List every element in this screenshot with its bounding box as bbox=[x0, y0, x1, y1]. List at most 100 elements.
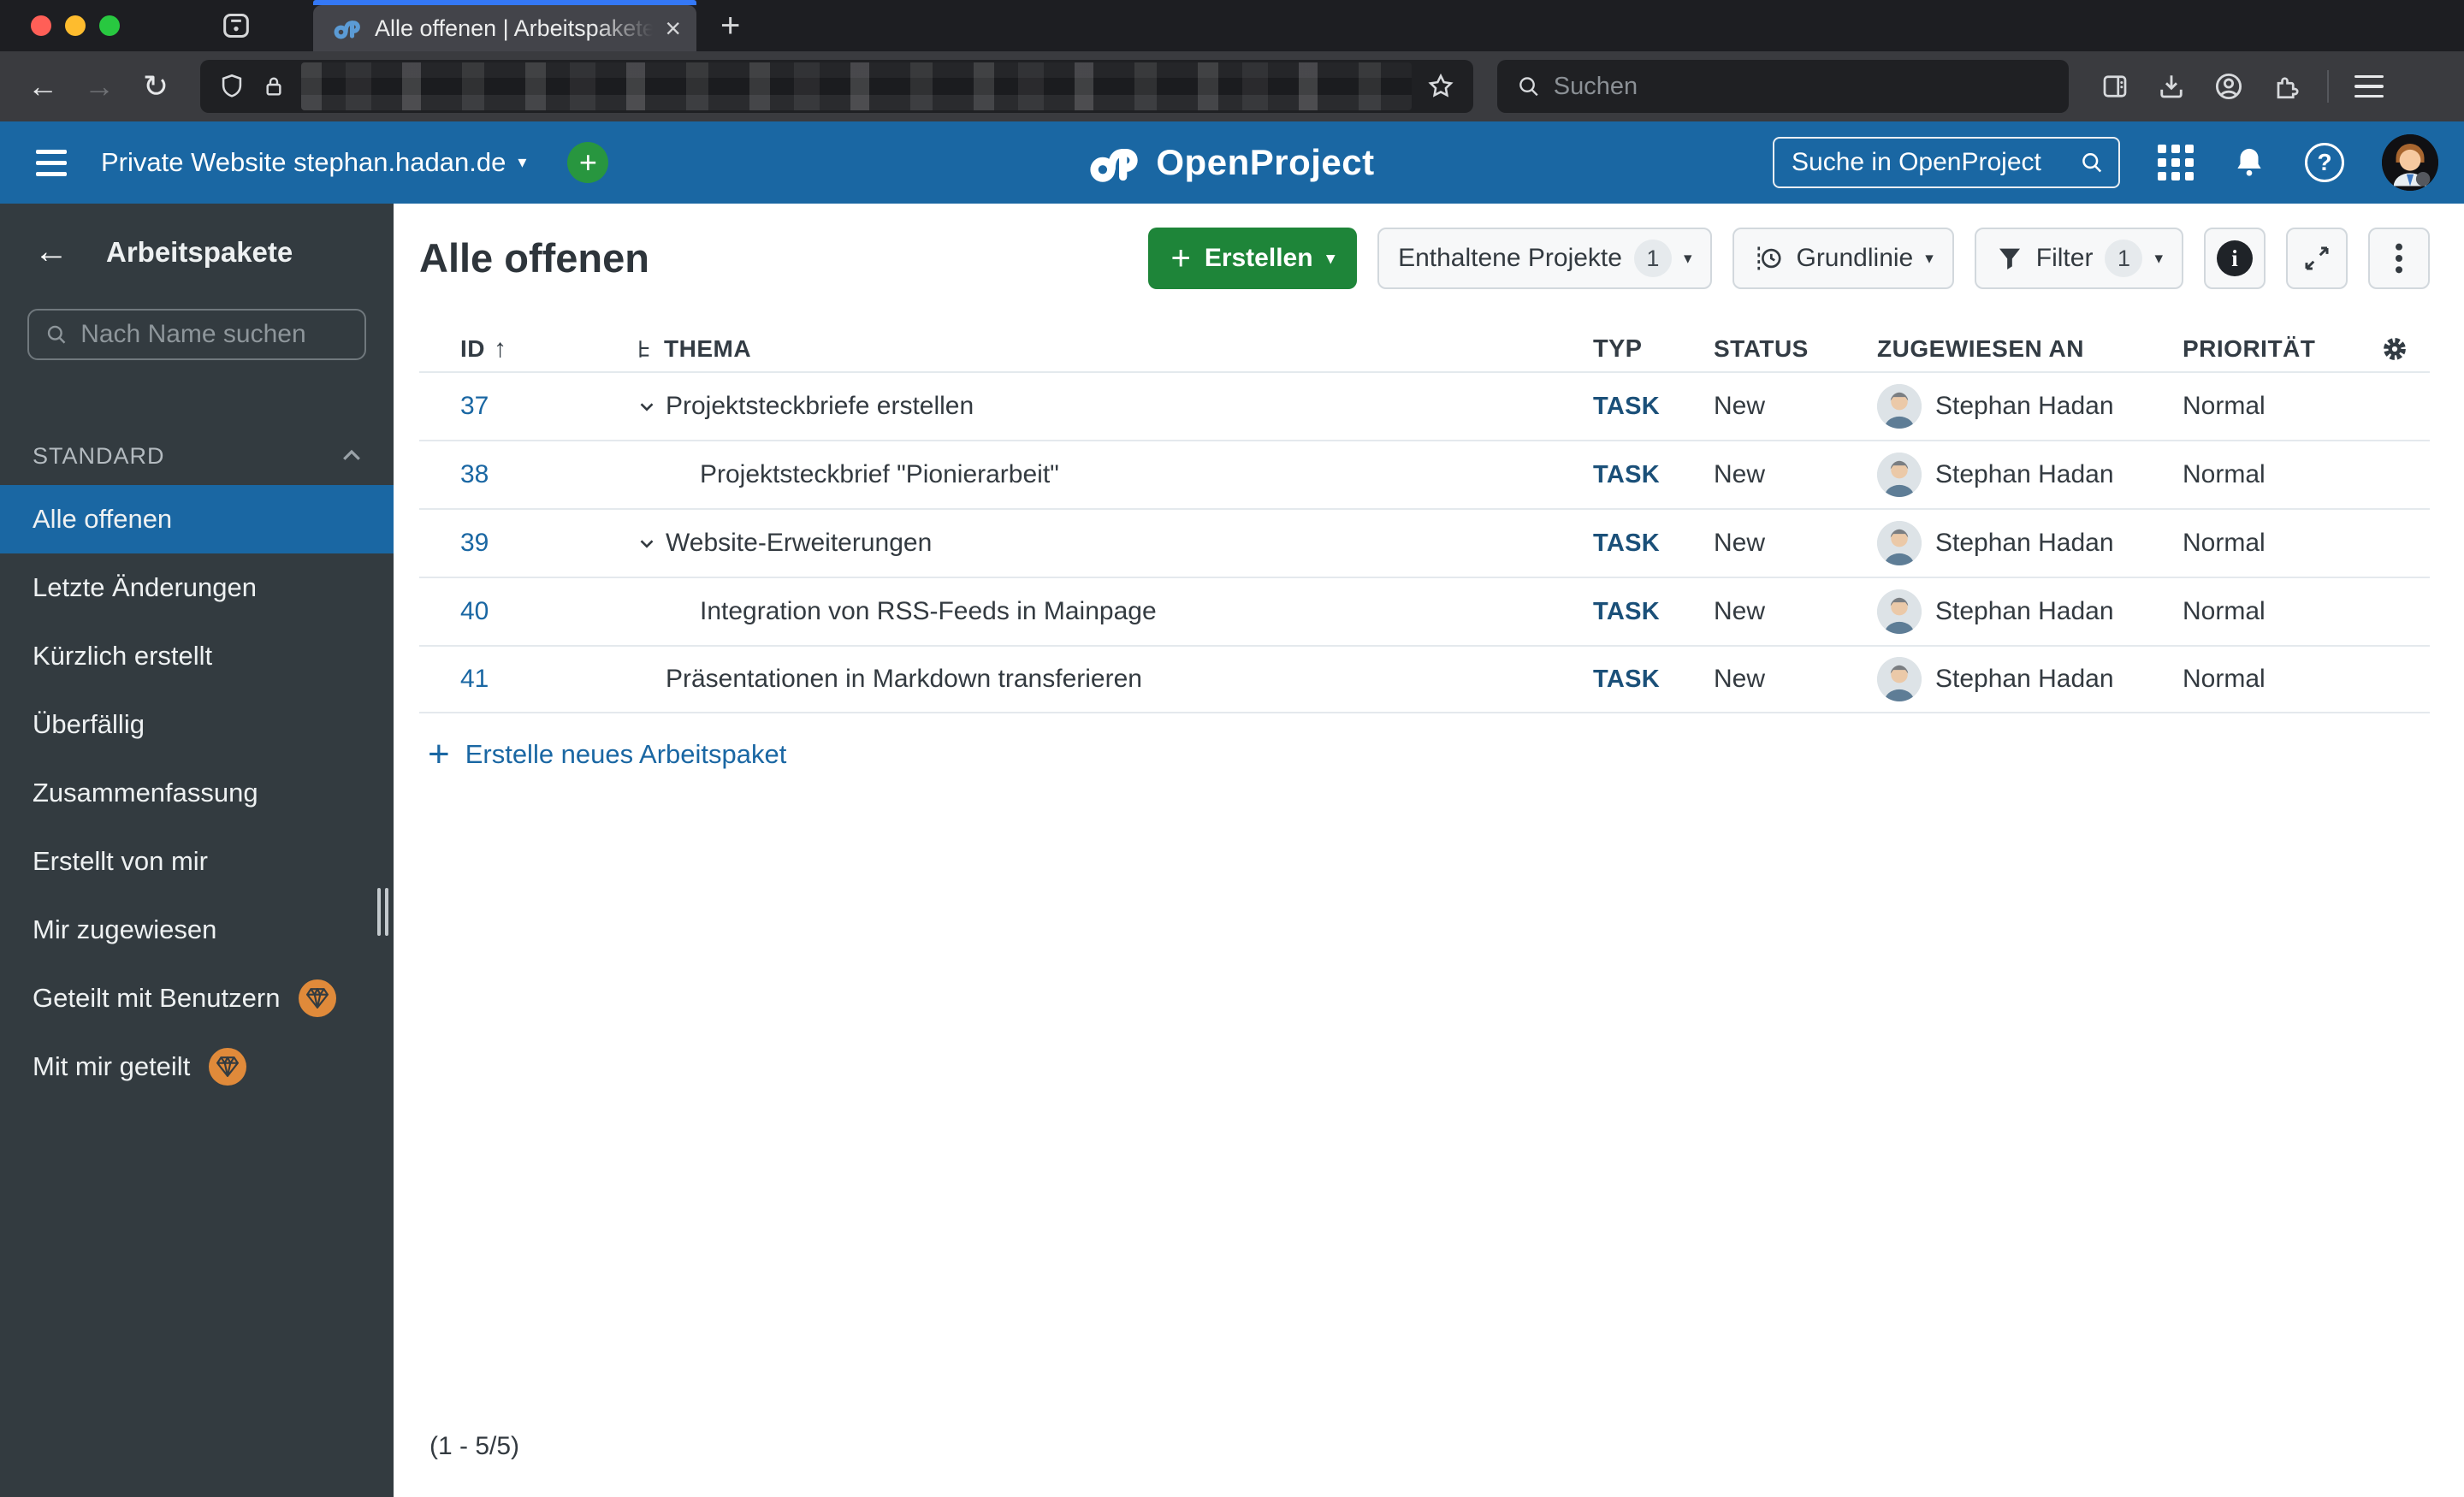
priority-cell[interactable]: Normal bbox=[2169, 460, 2361, 489]
column-header-priority[interactable]: PRIORITÄT bbox=[2169, 335, 2361, 363]
type-cell[interactable]: TASK bbox=[1566, 530, 1698, 558]
fullscreen-arrows-icon bbox=[2305, 246, 2329, 270]
sidebar-item[interactable]: Letzte Änderungen bbox=[0, 553, 394, 622]
assignee-name[interactable]: Stephan Hadan bbox=[1935, 665, 2114, 694]
work-package-id-link[interactable]: 37 bbox=[460, 392, 489, 420]
sidebar-item[interactable]: Zusammenfassung bbox=[0, 759, 394, 827]
collapse-chevron-icon[interactable] bbox=[635, 394, 659, 418]
notifications-bell-icon[interactable] bbox=[2231, 145, 2267, 180]
sidebar-item[interactable]: Überfällig bbox=[0, 690, 394, 759]
account-icon[interactable] bbox=[2212, 70, 2245, 103]
sidebar-item[interactable]: Alle offenen bbox=[0, 485, 394, 553]
filter-button[interactable]: Filter 1 ▾ bbox=[1974, 228, 2183, 289]
status-cell[interactable]: New bbox=[1698, 529, 1865, 558]
type-cell[interactable]: TASK bbox=[1566, 393, 1698, 421]
status-cell[interactable]: New bbox=[1698, 392, 1865, 421]
sidebar-section-standard[interactable]: STANDARD bbox=[0, 432, 394, 480]
work-package-id-link[interactable]: 40 bbox=[460, 597, 489, 625]
assignee-name[interactable]: Stephan Hadan bbox=[1935, 597, 2114, 626]
new-tab-button[interactable]: + bbox=[696, 0, 764, 51]
assignee-name[interactable]: Stephan Hadan bbox=[1935, 529, 2114, 558]
subject-text[interactable]: Präsentationen in Markdown transferieren bbox=[666, 665, 1142, 694]
work-package-id-link[interactable]: 41 bbox=[460, 665, 489, 693]
sidebar-item[interactable]: Kürzlich erstellt bbox=[0, 622, 394, 690]
table-settings-button[interactable] bbox=[2361, 336, 2430, 362]
sidebar-search-input[interactable] bbox=[80, 320, 349, 349]
sidebar-item[interactable]: Erstellt von mir bbox=[0, 827, 394, 896]
subject-text[interactable]: Projektsteckbrief "Pionierarbeit" bbox=[700, 460, 1059, 489]
extensions-puzzle-icon[interactable] bbox=[2271, 71, 2301, 102]
sidebar-item[interactable]: Geteilt mit Benutzern bbox=[0, 964, 394, 1033]
openproject-logo[interactable]: OpenProject bbox=[1089, 142, 1374, 183]
tracking-shield-icon[interactable] bbox=[217, 72, 246, 101]
sidebar-back-arrow-icon[interactable]: ← bbox=[34, 233, 68, 271]
sort-ascending-icon: ↑ bbox=[494, 334, 507, 363]
window-minimize-button[interactable] bbox=[65, 15, 86, 36]
create-work-package-link[interactable]: + Erstelle neues Arbeitspaket bbox=[419, 713, 2430, 773]
forward-button[interactable]: → bbox=[75, 68, 123, 104]
priority-cell[interactable]: Normal bbox=[2169, 529, 2361, 558]
browser-search-bar[interactable] bbox=[1497, 60, 2069, 113]
sidebars-icon[interactable] bbox=[2100, 71, 2130, 102]
table-row[interactable]: 37 Projektsteckbriefe erstellen TASK New… bbox=[419, 371, 2430, 440]
priority-cell[interactable]: Normal bbox=[2169, 597, 2361, 626]
browser-tab[interactable]: Alle offenen | Arbeitspakete | Pri × bbox=[313, 0, 696, 51]
sidebar-search[interactable] bbox=[27, 309, 366, 360]
status-cell[interactable]: New bbox=[1698, 597, 1865, 626]
global-search[interactable] bbox=[1773, 137, 2120, 188]
table-row[interactable]: 40 Integration von RSS-Feeds in Mainpage bbox=[419, 577, 2430, 645]
included-projects-button[interactable]: Enthaltene Projekte 1 ▾ bbox=[1377, 228, 1713, 289]
subject-text[interactable]: Website-Erweiterungen bbox=[666, 529, 932, 558]
status-cell[interactable]: New bbox=[1698, 665, 1865, 694]
window-zoom-button[interactable] bbox=[99, 15, 120, 36]
browser-menu-icon[interactable] bbox=[2354, 74, 2384, 98]
lock-icon[interactable] bbox=[260, 72, 287, 101]
more-options-button[interactable] bbox=[2368, 228, 2430, 289]
subject-text[interactable]: Projektsteckbriefe erstellen bbox=[666, 392, 974, 421]
sidebar-resize-handle[interactable] bbox=[377, 888, 388, 936]
address-bar[interactable] bbox=[200, 60, 1473, 113]
assignee-name[interactable]: Stephan Hadan bbox=[1935, 392, 2114, 421]
baseline-button[interactable]: Grundlinie ▾ bbox=[1732, 228, 1954, 289]
column-header-subject[interactable]: THEMA bbox=[616, 335, 1566, 363]
column-header-status[interactable]: STATUS bbox=[1698, 335, 1865, 363]
work-package-id-link[interactable]: 38 bbox=[460, 460, 489, 488]
table-row[interactable]: 39 Website-Erweiterungen TASK New Stepha… bbox=[419, 508, 2430, 577]
table-row[interactable]: 41 Präsentationen in Markdown transferie… bbox=[419, 645, 2430, 713]
modules-grid-icon[interactable] bbox=[2158, 145, 2194, 180]
info-button[interactable]: i bbox=[2204, 228, 2266, 289]
column-header-assignee[interactable]: ZUGEWIESEN AN bbox=[1865, 335, 2169, 363]
table-row[interactable]: 38 Projektsteckbrief "Pionierarbeit" TAS… bbox=[419, 440, 2430, 508]
reload-button[interactable]: ↻ bbox=[132, 68, 180, 104]
type-cell[interactable]: TASK bbox=[1566, 461, 1698, 489]
work-package-id-link[interactable]: 39 bbox=[460, 529, 489, 557]
assignee-name[interactable]: Stephan Hadan bbox=[1935, 460, 2114, 489]
tab-close-icon[interactable]: × bbox=[665, 15, 681, 42]
create-button[interactable]: + Erstellen ▾ bbox=[1148, 228, 1358, 289]
tab-strip: Alle offenen | Arbeitspakete | Pri × + bbox=[0, 0, 2464, 51]
type-cell[interactable]: TASK bbox=[1566, 598, 1698, 626]
main-menu-toggle-icon[interactable] bbox=[36, 149, 67, 176]
quick-add-button[interactable]: + bbox=[567, 142, 609, 183]
priority-cell[interactable]: Normal bbox=[2169, 665, 2361, 694]
subject-text[interactable]: Integration von RSS-Feeds in Mainpage bbox=[700, 597, 1157, 626]
status-cell[interactable]: New bbox=[1698, 460, 1865, 489]
firefox-view-icon[interactable] bbox=[210, 0, 262, 51]
sidebar-item[interactable]: Mit mir geteilt bbox=[0, 1033, 394, 1101]
type-cell[interactable]: TASK bbox=[1566, 666, 1698, 694]
collapse-chevron-icon[interactable] bbox=[635, 531, 659, 555]
bookmark-star-icon[interactable] bbox=[1425, 71, 1456, 102]
back-button[interactable]: ← bbox=[19, 68, 67, 104]
help-icon[interactable]: ? bbox=[2305, 143, 2344, 182]
browser-search-input[interactable] bbox=[1553, 72, 2050, 101]
user-avatar[interactable] bbox=[2382, 134, 2438, 191]
fullscreen-button[interactable] bbox=[2286, 228, 2348, 289]
global-search-input[interactable] bbox=[1792, 148, 2070, 177]
priority-cell[interactable]: Normal bbox=[2169, 392, 2361, 421]
sidebar-item[interactable]: Mir zugewiesen bbox=[0, 896, 394, 964]
project-switcher[interactable]: Private Website stephan.hadan.de ▾ bbox=[101, 147, 526, 178]
window-close-button[interactable] bbox=[31, 15, 51, 36]
column-header-id[interactable]: ID ↑ bbox=[419, 334, 616, 364]
column-header-type[interactable]: TYP bbox=[1566, 335, 1698, 364]
downloads-icon[interactable] bbox=[2156, 71, 2187, 102]
